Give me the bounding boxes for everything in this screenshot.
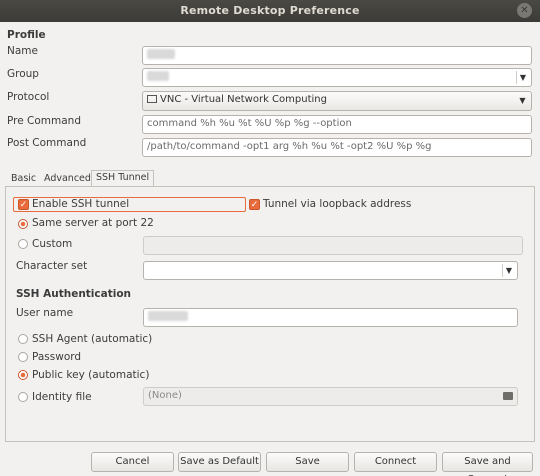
chevron-down-icon: ▼	[519, 96, 526, 105]
group-combo-entry[interactable]: ▼	[142, 68, 532, 87]
protocol-value: VNC - Virtual Network Computing	[160, 94, 327, 105]
chevron-down-icon[interactable]: ▼	[502, 264, 515, 277]
connect-button[interactable]: Connect	[354, 452, 437, 472]
enable-ssh-checkbox[interactable]: ✓	[18, 199, 29, 210]
chevron-down-icon[interactable]: ▼	[516, 71, 529, 84]
username-field[interactable]	[143, 308, 518, 327]
name-label: Name	[7, 45, 38, 57]
save-button[interactable]: Save	[266, 452, 349, 472]
custom-server-field[interactable]	[143, 236, 523, 255]
password-radio[interactable]	[18, 352, 28, 362]
username-label: User name	[16, 307, 74, 319]
cancel-button[interactable]: Cancel	[91, 452, 174, 472]
same-server-label: Same server at port 22	[32, 217, 154, 229]
redacted-value	[148, 311, 188, 321]
public-key-radio[interactable]	[18, 370, 28, 380]
profile-heading: Profile	[7, 29, 46, 41]
custom-label: Custom	[32, 238, 73, 250]
pre-command-field[interactable]: command %h %u %t %U %p %g --option	[142, 115, 532, 134]
ssh-agent-label: SSH Agent (automatic)	[32, 333, 153, 345]
public-key-label: Public key (automatic)	[32, 369, 150, 381]
save-and-connect-button[interactable]: Save and Connect	[442, 452, 533, 476]
tab-ssh-tunnel[interactable]: SSH Tunnel	[91, 170, 155, 187]
post-command-label: Post Command	[7, 137, 87, 149]
charset-label: Character set	[16, 260, 88, 272]
group-label: Group	[7, 68, 39, 80]
title-bar: Remote Desktop Preference ✕	[0, 0, 540, 22]
loopback-checkbox[interactable]: ✓	[249, 199, 260, 210]
protocol-select[interactable]: VNC - Virtual Network Computing ▼	[142, 91, 532, 111]
monitor-icon	[147, 95, 157, 103]
redacted-value	[147, 49, 175, 59]
redacted-value	[147, 71, 169, 81]
loopback-label: Tunnel via loopback address	[263, 198, 412, 210]
pre-command-label: Pre Command	[7, 115, 81, 127]
enable-ssh-label: Enable SSH tunnel	[32, 198, 130, 210]
name-field[interactable]	[142, 46, 532, 65]
close-icon[interactable]: ✕	[517, 3, 532, 18]
identity-file-value: (None)	[148, 390, 182, 401]
identity-file-radio[interactable]	[18, 392, 28, 402]
ssh-auth-heading: SSH Authentication	[16, 288, 132, 300]
identity-file-label: Identity file	[32, 391, 92, 403]
same-server-radio[interactable]	[18, 219, 28, 229]
identity-file-chooser[interactable]: (None)	[143, 387, 518, 406]
password-label: Password	[32, 351, 82, 363]
post-command-field[interactable]: /path/to/command -opt1 arg %h %u %t -opt…	[142, 138, 532, 157]
charset-combo-entry[interactable]: ▼	[143, 261, 518, 280]
custom-radio[interactable]	[18, 239, 28, 249]
save-as-default-button[interactable]: Save as Default	[178, 452, 261, 472]
folder-icon	[503, 392, 513, 400]
protocol-label: Protocol	[7, 91, 50, 103]
ssh-agent-radio[interactable]	[18, 334, 28, 344]
window-title: Remote Desktop Preference	[180, 4, 360, 17]
